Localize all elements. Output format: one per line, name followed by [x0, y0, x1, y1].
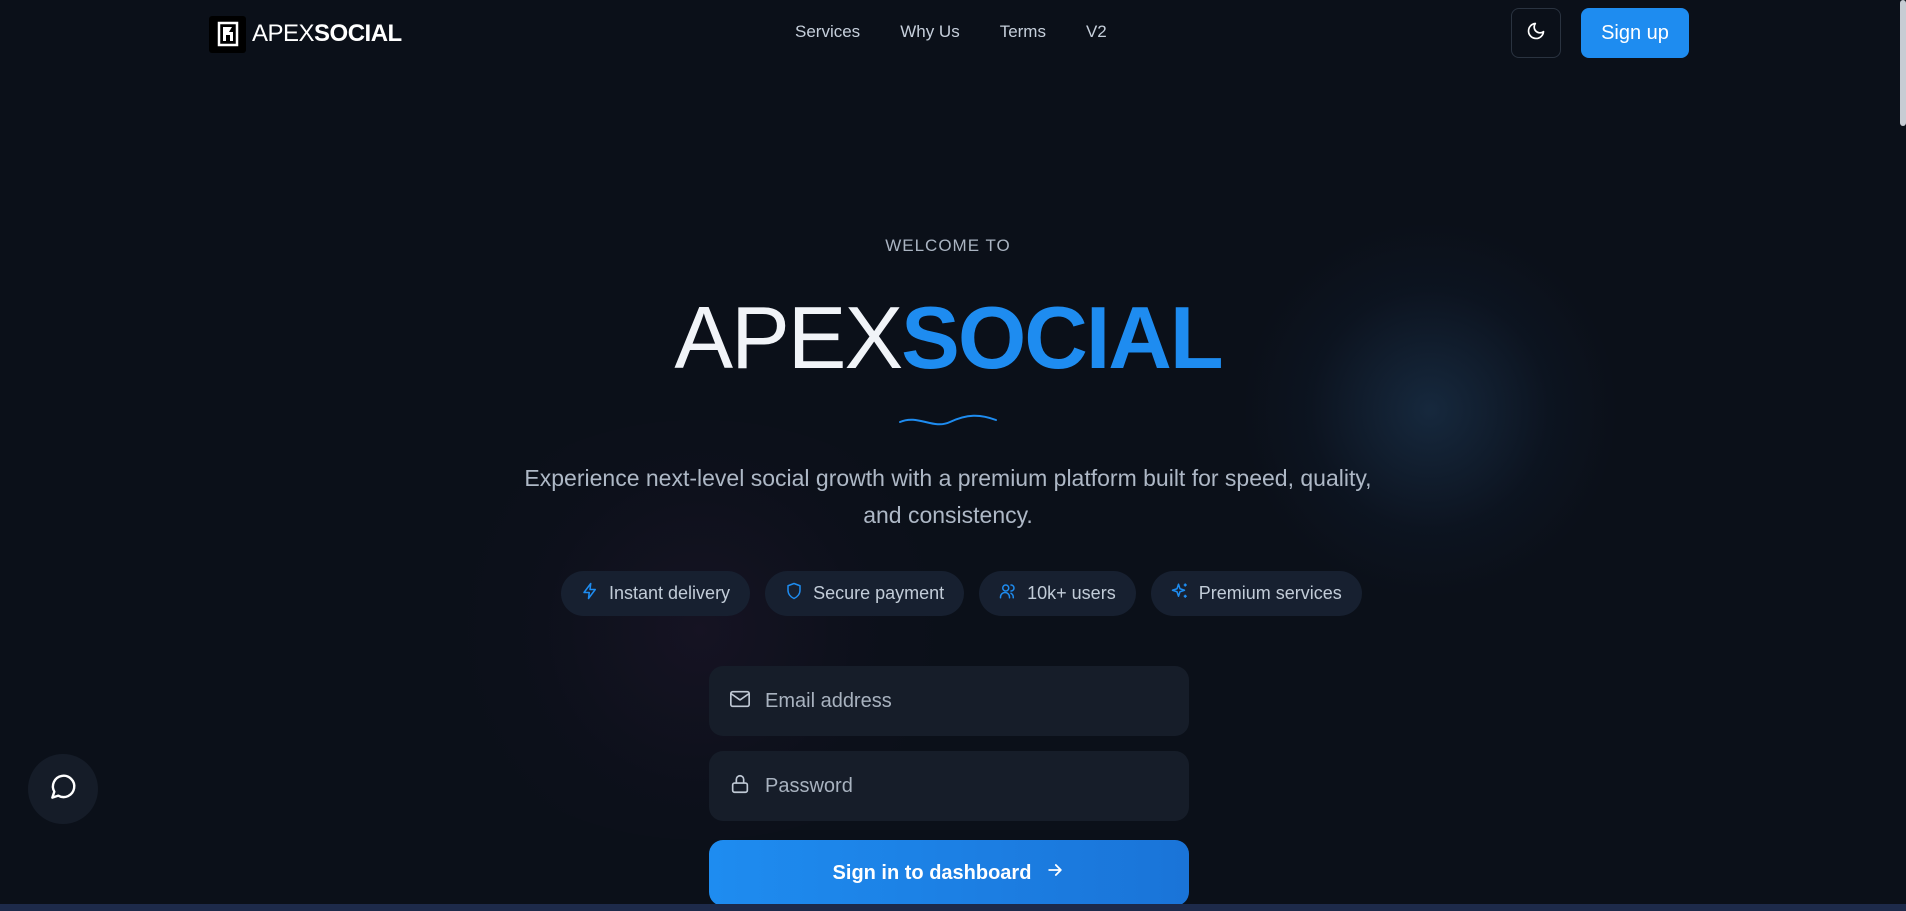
lock-icon [729, 773, 751, 800]
feature-chip-premium-services: Premium services [1150, 571, 1362, 616]
page-scrollbar[interactable] [1900, 0, 1906, 911]
hero-title-bold: SOCIAL [901, 288, 1223, 387]
feature-chip-secure-payment: Secure payment [765, 571, 965, 616]
mail-icon [729, 688, 751, 715]
hero-title: APEXSOCIAL [0, 288, 1896, 388]
logo-mark-icon [209, 15, 246, 53]
theme-toggle-button[interactable] [1511, 8, 1561, 58]
hero-eyebrow: WELCOME TO [885, 236, 1011, 255]
nav-link-why-us[interactable]: Why Us [900, 22, 960, 42]
signup-button[interactable]: Sign up [1581, 8, 1689, 58]
brand-name-light: APEX [252, 20, 315, 47]
email-field[interactable] [709, 666, 1189, 736]
feature-chips: Instant delivery Secure payment 10k+ use… [561, 571, 1362, 616]
feature-chip-instant-delivery: Instant delivery [561, 571, 751, 616]
nav-link-services[interactable]: Services [795, 22, 860, 42]
brand-name: APEXSOCIAL [252, 20, 402, 48]
moon-icon [1526, 21, 1546, 46]
top-header: APEXSOCIAL Services Why Us Terms V2 Sign… [0, 0, 1906, 68]
feature-label: Premium services [1198, 583, 1342, 603]
lightning-icon [581, 582, 599, 605]
password-field[interactable] [709, 751, 1189, 821]
feature-label: 10k+ users [1027, 583, 1116, 603]
main-nav: Services Why Us Terms V2 [795, 22, 1107, 42]
hero-subtitle: Experience next-level social growth with… [500, 460, 1396, 534]
feature-chip-users: 10k+ users [979, 571, 1136, 616]
scrollbar-thumb[interactable] [1900, 0, 1906, 126]
password-input[interactable] [765, 774, 1165, 798]
signin-button-label: Sign in to dashboard [832, 861, 1032, 884]
bottom-edge-strip [0, 904, 1906, 911]
chat-button[interactable] [28, 754, 98, 824]
email-input[interactable] [765, 689, 1165, 713]
feature-label: Secure payment [813, 583, 945, 603]
users-icon [999, 582, 1017, 605]
nav-link-terms[interactable]: Terms [1000, 22, 1046, 42]
nav-link-v2[interactable]: V2 [1086, 22, 1107, 42]
shield-icon [785, 582, 803, 605]
squiggle-divider [899, 414, 997, 426]
signin-button[interactable]: Sign in to dashboard [709, 840, 1189, 906]
hero-subtitle-line2: and consistency. [863, 502, 1033, 528]
brand-logo[interactable]: APEXSOCIAL [209, 15, 402, 53]
chat-bubble-icon [47, 771, 79, 808]
arrow-right-icon [1045, 860, 1065, 886]
hero-subtitle-line1: Experience next-level social growth with… [524, 465, 1372, 491]
feature-label: Instant delivery [609, 583, 731, 603]
sparkles-icon [1171, 582, 1189, 605]
hero-title-light: APEX [674, 288, 903, 387]
background-glow-blue [1240, 220, 1620, 600]
brand-name-bold: SOCIAL [314, 20, 402, 47]
